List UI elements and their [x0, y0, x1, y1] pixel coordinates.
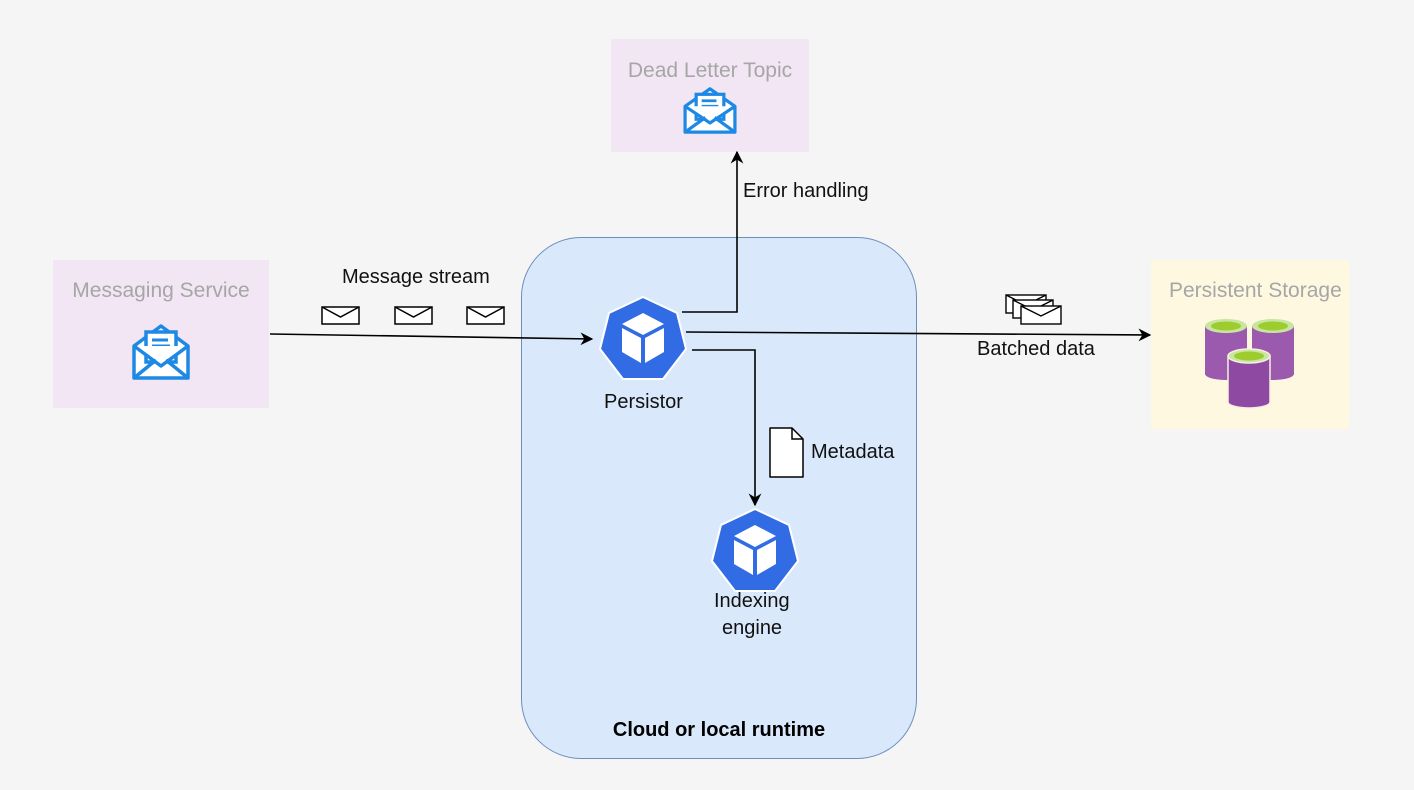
stacked-envelopes-icon: [1005, 294, 1062, 325]
envelope-document-icon: [683, 87, 737, 134]
diagram-canvas: Cloud or local runtime Messaging Service…: [0, 0, 1414, 790]
metadata-label: Metadata: [811, 441, 895, 463]
error-handling-label: Error handling: [743, 180, 869, 202]
envelope-icon: [321, 306, 360, 325]
kubernetes-cube-icon: [710, 507, 800, 592]
database-cylinders-icon: [1205, 319, 1294, 409]
envelope-icon: [394, 306, 433, 325]
batched-data-label: Batched data: [977, 338, 1095, 360]
indexing-engine-label-line1: Indexing: [714, 590, 790, 612]
envelope-document-icon: [132, 324, 190, 380]
kubernetes-cube-icon: [598, 295, 688, 380]
cylinder-front: [1227, 348, 1271, 409]
persistor-label: Persistor: [604, 391, 683, 413]
message-stream-label: Message stream: [342, 266, 490, 288]
indexing-engine-label-line2: engine: [722, 617, 783, 639]
batched-data-edge[interactable]: [685, 328, 1152, 342]
error-handling-edge[interactable]: [682, 150, 744, 313]
metadata-edge[interactable]: [692, 349, 762, 507]
document-icon: [769, 427, 804, 478]
envelope-icon: [466, 306, 505, 325]
message-stream-edge[interactable]: [269, 332, 594, 346]
